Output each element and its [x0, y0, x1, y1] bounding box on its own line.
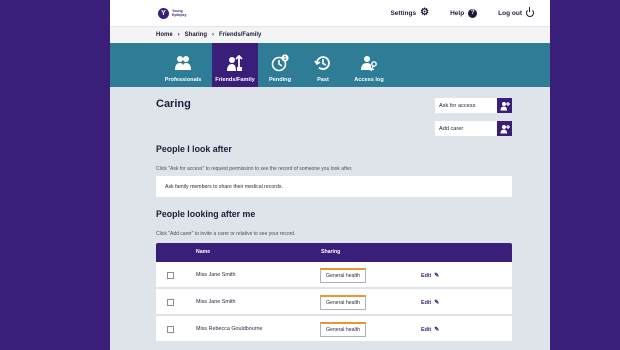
add-user-icon	[497, 121, 512, 136]
table-row: Miss Rebecca Gouldbourne General health …	[156, 316, 512, 343]
gear-icon: ⚙	[420, 7, 430, 18]
table-header: Name Sharing	[156, 243, 512, 262]
ask-for-access-button[interactable]: Ask for access	[435, 98, 512, 113]
logo-mark: Y	[158, 7, 169, 19]
tab-pending[interactable]: 1 Pending	[258, 43, 302, 87]
chevron-right-icon: ›	[177, 32, 180, 38]
main-content: Caring Ask for access Add carer People I…	[110, 87, 550, 350]
breadcrumb-friends-family: Friends/Family	[219, 32, 262, 38]
section-help-text: Click "Add carer" to invite a carer or r…	[156, 231, 296, 237]
tab-label: Pending	[268, 77, 292, 83]
settings-label: Settings	[390, 9, 417, 17]
tab-label: Friends/Family	[215, 77, 255, 83]
edit-label: Edit	[421, 326, 432, 333]
add-carer-label: Add carer	[439, 125, 464, 132]
row-name: Miss Jane Smith	[196, 272, 236, 278]
section-title-people-i-look-after: People I look after	[156, 144, 232, 154]
section-help-text: Click "Ask for access" to request permis…	[156, 166, 353, 172]
edit-label: Edit	[421, 272, 432, 279]
top-nav: Settings ⚙ Help ? Log out	[390, 7, 534, 18]
past-icon	[314, 56, 330, 70]
row-checkbox[interactable]	[167, 326, 174, 333]
tab-label: Professionals	[164, 77, 202, 83]
help-link[interactable]: Help ?	[450, 8, 478, 18]
top-bar: Y Young Epilepsy Settings ⚙ Help ? Log o…	[110, 0, 550, 27]
column-header-sharing: Sharing	[321, 249, 341, 255]
help-icon: ?	[468, 8, 478, 18]
breadcrumb-sharing[interactable]: Sharing	[185, 32, 207, 38]
column-header-name: Name	[196, 249, 211, 255]
edit-link[interactable]: Edit ✎	[421, 299, 440, 307]
app-window: Y Young Epilepsy Settings ⚙ Help ? Log o…	[110, 0, 550, 350]
row-checkbox[interactable]	[167, 272, 174, 279]
tab-label: Access log	[354, 77, 384, 83]
edit-link[interactable]: Edit ✎	[421, 272, 440, 280]
tab-access-log[interactable]: Access log	[344, 43, 394, 87]
pending-badge: 1	[284, 56, 287, 62]
chevron-right-icon: ›	[212, 32, 215, 38]
logo-text: Young Epilepsy	[172, 9, 187, 17]
section-title-people-looking-after-me: People looking after me	[156, 209, 256, 219]
tab-label: Past	[317, 77, 329, 83]
power-icon	[526, 7, 534, 17]
ask-for-access-label: Ask for access	[439, 102, 476, 109]
table-row: Miss Jane Smith General health Edit ✎	[156, 262, 512, 289]
tab-professionals[interactable]: Professionals	[154, 43, 212, 87]
logo[interactable]: Y Young Epilepsy	[158, 7, 192, 19]
breadcrumb-home[interactable]: Home	[156, 32, 173, 38]
sharing-badge[interactable]: General health	[320, 268, 366, 283]
row-checkbox[interactable]	[167, 299, 174, 306]
tab-friends-family[interactable]: Friends/Family	[212, 43, 258, 87]
pending-icon: 1	[271, 54, 289, 72]
logout-link[interactable]: Log out	[498, 7, 534, 17]
info-box: Ask family members to share their medica…	[156, 176, 512, 197]
edit-link[interactable]: Edit ✎	[421, 326, 440, 334]
friends-family-icon	[227, 54, 243, 71]
settings-link[interactable]: Settings ⚙	[390, 8, 429, 18]
sharing-badge[interactable]: General health	[320, 295, 366, 310]
add-user-icon	[497, 98, 512, 113]
sharing-badge[interactable]: General health	[320, 322, 366, 337]
help-label: Help	[450, 9, 465, 17]
carers-table: Name Sharing Miss Jane Smith General hea…	[156, 243, 512, 343]
pencil-icon: ✎	[434, 273, 440, 279]
table-row: Miss Jane Smith General health Edit ✎	[156, 289, 512, 316]
logout-label: Log out	[498, 9, 522, 17]
row-name: Miss Jane Smith	[196, 299, 236, 305]
edit-label: Edit	[421, 299, 432, 306]
page-title: Caring	[156, 98, 191, 110]
tab-past[interactable]: Past	[302, 43, 344, 87]
pencil-icon: ✎	[434, 300, 440, 306]
sharing-tab-bar: Professionals Friends/Family 1 Pending P…	[110, 43, 550, 87]
breadcrumb: Home › Sharing › Friends/Family	[110, 27, 550, 43]
add-carer-button[interactable]: Add carer	[435, 121, 512, 136]
professionals-icon	[175, 56, 191, 70]
pencil-icon: ✎	[434, 327, 440, 333]
row-name: Miss Rebecca Gouldbourne	[196, 326, 263, 332]
access-log-icon	[361, 56, 377, 72]
